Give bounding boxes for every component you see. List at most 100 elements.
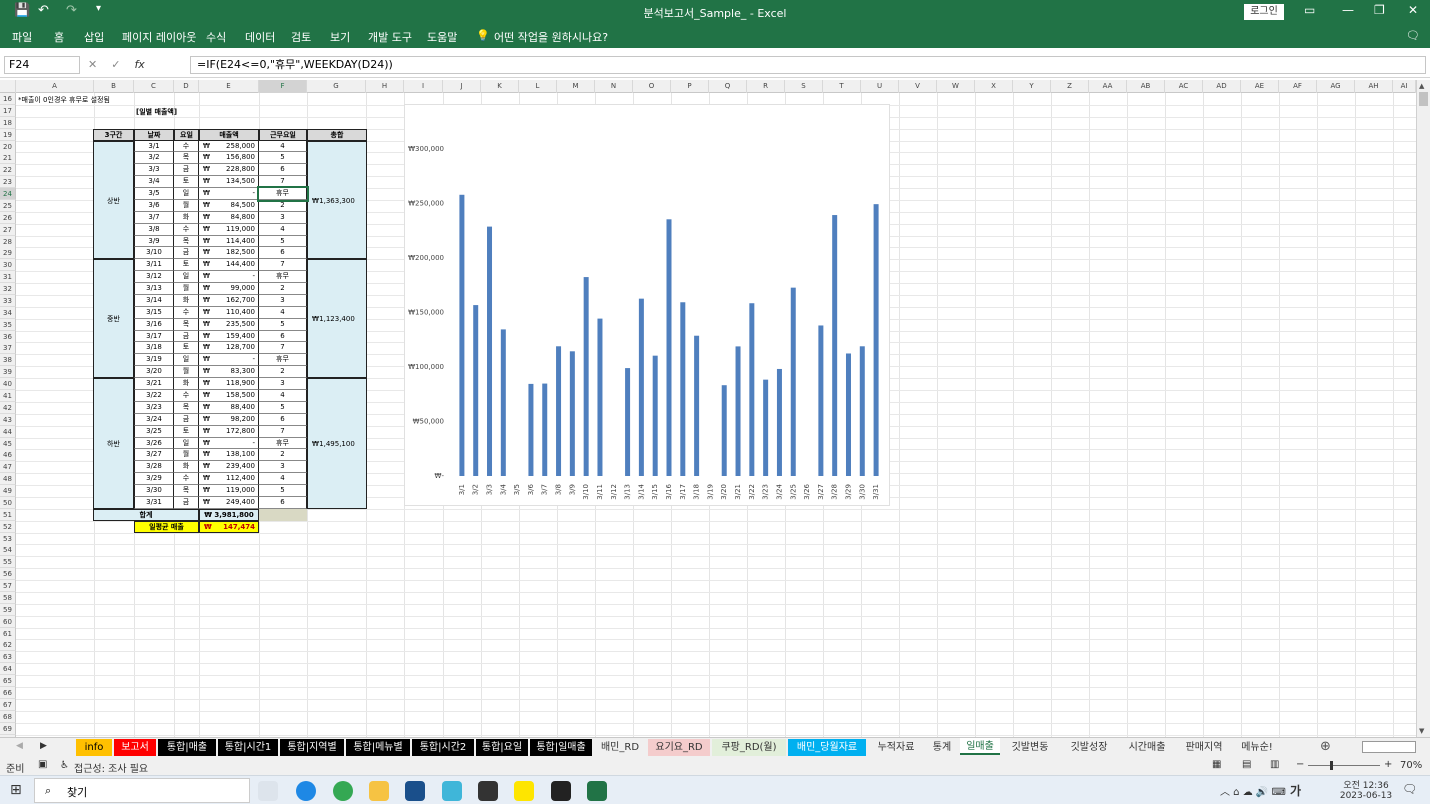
daily-sales-chart[interactable]: ₩300,000 ₩250,000 ₩200,000 ₩150,000 ₩100,000…: [404, 104, 890, 506]
column-header[interactable]: Q: [709, 80, 747, 93]
row-header[interactable]: 64: [0, 663, 16, 676]
tell-me-input[interactable]: 어떤 작업을 원하시나요?: [494, 29, 608, 45]
row-header[interactable]: 65: [0, 675, 16, 688]
column-header[interactable]: AF: [1279, 80, 1317, 93]
row-header[interactable]: 31: [0, 271, 16, 284]
maximize-icon[interactable]: ❐: [1374, 3, 1385, 17]
excel-icon[interactable]: [587, 781, 607, 801]
row-header[interactable]: 51: [0, 508, 16, 521]
column-header[interactable]: X: [975, 80, 1013, 93]
row-header[interactable]: 47: [0, 461, 16, 474]
row-header[interactable]: 20: [0, 140, 16, 153]
row-header[interactable]: 36: [0, 330, 16, 343]
tab-formulas[interactable]: 수식: [206, 29, 226, 45]
column-header[interactable]: AI: [1393, 80, 1416, 93]
row-header[interactable]: 66: [0, 687, 16, 699]
row-header[interactable]: 50: [0, 496, 16, 509]
tab-page-layout[interactable]: 페이지 레이아웃: [122, 29, 196, 45]
tab-help[interactable]: 도움말: [427, 29, 457, 45]
row-header[interactable]: 18: [0, 116, 16, 129]
tab-developer[interactable]: 개발 도구: [368, 29, 412, 45]
sheet-tab[interactable]: 통합|시간1: [218, 739, 278, 756]
add-sheet-icon[interactable]: ⊕: [1320, 739, 1331, 754]
row-header[interactable]: 67: [0, 698, 16, 711]
row-header[interactable]: 29: [0, 247, 16, 260]
sheet-tab[interactable]: 일매출: [960, 738, 1000, 755]
scroll-thumb[interactable]: [1419, 92, 1428, 106]
task-view-icon[interactable]: [258, 781, 278, 801]
clock-date[interactable]: 2023-06-13: [1336, 791, 1396, 801]
row-header[interactable]: 34: [0, 306, 16, 319]
row-header[interactable]: 63: [0, 651, 16, 664]
vertical-scrollbar[interactable]: ▲ ▼: [1416, 80, 1430, 737]
column-header[interactable]: AB: [1127, 80, 1165, 93]
accessibility-status[interactable]: 접근성: 조사 필요: [74, 760, 148, 775]
accessibility-icon[interactable]: ♿: [60, 760, 69, 771]
row-header[interactable]: 57: [0, 580, 16, 593]
row-header[interactable]: 49: [0, 485, 16, 498]
sheet-tab[interactable]: 보고서: [114, 739, 156, 756]
zoom-in-icon[interactable]: +: [1384, 759, 1392, 770]
tab-file[interactable]: 파일: [12, 29, 32, 45]
horizontal-scrollbar[interactable]: [1362, 741, 1416, 753]
row-header[interactable]: 22: [0, 164, 16, 177]
row-header[interactable]: 23: [0, 176, 16, 189]
capcut-icon[interactable]: [478, 781, 498, 801]
login-button[interactable]: 로그인: [1244, 4, 1284, 20]
taskbar-search-box[interactable]: ⌕ 찾기: [34, 778, 250, 803]
sheet-tab[interactable]: 요기요_RD: [648, 739, 710, 756]
zoom-slider[interactable]: [1308, 765, 1380, 766]
tab-data[interactable]: 데이터: [245, 29, 275, 45]
row-header[interactable]: 38: [0, 354, 16, 367]
chrome-icon[interactable]: [333, 781, 353, 801]
sheet-tab[interactable]: 누적자료: [868, 739, 924, 756]
row-header[interactable]: 52: [0, 520, 16, 533]
column-header[interactable]: L: [519, 80, 557, 93]
row-header[interactable]: 27: [0, 223, 16, 236]
column-header[interactable]: D: [174, 80, 199, 93]
tab-view[interactable]: 보기: [330, 29, 350, 45]
row-header[interactable]: 44: [0, 425, 16, 438]
column-header[interactable]: V: [899, 80, 937, 93]
row-header[interactable]: 26: [0, 211, 16, 224]
app-cube-icon[interactable]: [405, 781, 425, 801]
column-header[interactable]: Y: [1013, 80, 1051, 93]
windows-start-icon[interactable]: ⊞: [10, 782, 22, 798]
column-header[interactable]: H: [366, 80, 404, 93]
row-header[interactable]: 56: [0, 568, 16, 581]
comments-icon[interactable]: 🗨: [1406, 29, 1420, 42]
formula-input[interactable]: =IF(E24<=0,"휴무",WEEKDAY(D24)): [190, 56, 1426, 74]
column-header[interactable]: N: [595, 80, 633, 93]
select-all-corner[interactable]: [0, 80, 16, 93]
sheet-tab[interactable]: 통합|요일: [476, 739, 528, 756]
column-header[interactable]: AA: [1089, 80, 1127, 93]
row-header[interactable]: 33: [0, 294, 16, 307]
scroll-down-icon[interactable]: ▼: [1419, 727, 1424, 735]
sheet-tab[interactable]: 통합|메뉴별: [346, 739, 410, 756]
column-header[interactable]: K: [481, 80, 519, 93]
row-header[interactable]: 41: [0, 390, 16, 402]
column-header[interactable]: B: [94, 80, 134, 93]
column-header[interactable]: E: [199, 80, 259, 93]
sheet-tab[interactable]: 배민_RD: [594, 739, 646, 756]
column-header[interactable]: G: [307, 80, 366, 93]
row-header[interactable]: 24: [0, 188, 16, 201]
zoom-slider-thumb[interactable]: [1330, 761, 1333, 770]
row-header[interactable]: 19: [0, 128, 16, 141]
row-header[interactable]: 25: [0, 199, 16, 212]
row-header[interactable]: 55: [0, 556, 16, 569]
column-header[interactable]: U: [861, 80, 899, 93]
row-header[interactable]: 54: [0, 544, 16, 557]
minimize-icon[interactable]: —: [1342, 3, 1354, 17]
tab-insert[interactable]: 삽입: [84, 29, 104, 45]
next-sheet-icon[interactable]: ▶: [40, 741, 47, 751]
row-header[interactable]: 46: [0, 449, 16, 462]
sheet-tab[interactable]: 시간매출: [1120, 739, 1174, 756]
clock-time[interactable]: 오전 12:36: [1336, 778, 1396, 791]
file-explorer-icon[interactable]: [369, 781, 389, 801]
row-header[interactable]: 45: [0, 437, 16, 450]
tab-review[interactable]: 검토: [291, 29, 311, 45]
edge-icon[interactable]: [296, 781, 316, 801]
column-header[interactable]: AE: [1241, 80, 1279, 93]
row-header[interactable]: 69: [0, 722, 16, 735]
